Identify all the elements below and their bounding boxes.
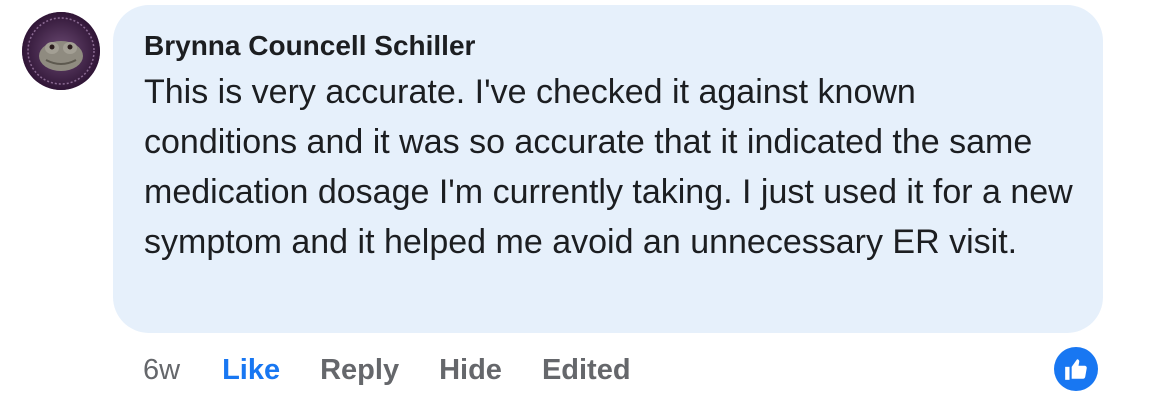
comment-actions: 6w Like Reply Hide Edited xyxy=(143,350,671,390)
comment-bubble: Brynna Councell Schiller This is very ac… xyxy=(113,5,1103,333)
like-reaction-badge[interactable] xyxy=(1054,347,1098,391)
avatar[interactable] xyxy=(22,12,100,90)
edited-label[interactable]: Edited xyxy=(542,354,631,387)
frog-avatar-icon xyxy=(22,12,100,90)
comment-author[interactable]: Brynna Councell Schiller xyxy=(144,29,1073,63)
thumbs-up-icon xyxy=(1065,359,1087,380)
hide-button[interactable]: Hide xyxy=(439,354,502,387)
timestamp[interactable]: 6w xyxy=(143,354,180,387)
like-button[interactable]: Like xyxy=(222,354,280,387)
reply-button[interactable]: Reply xyxy=(320,354,399,387)
comment-text: This is very accurate. I've checked it a… xyxy=(144,73,1073,261)
